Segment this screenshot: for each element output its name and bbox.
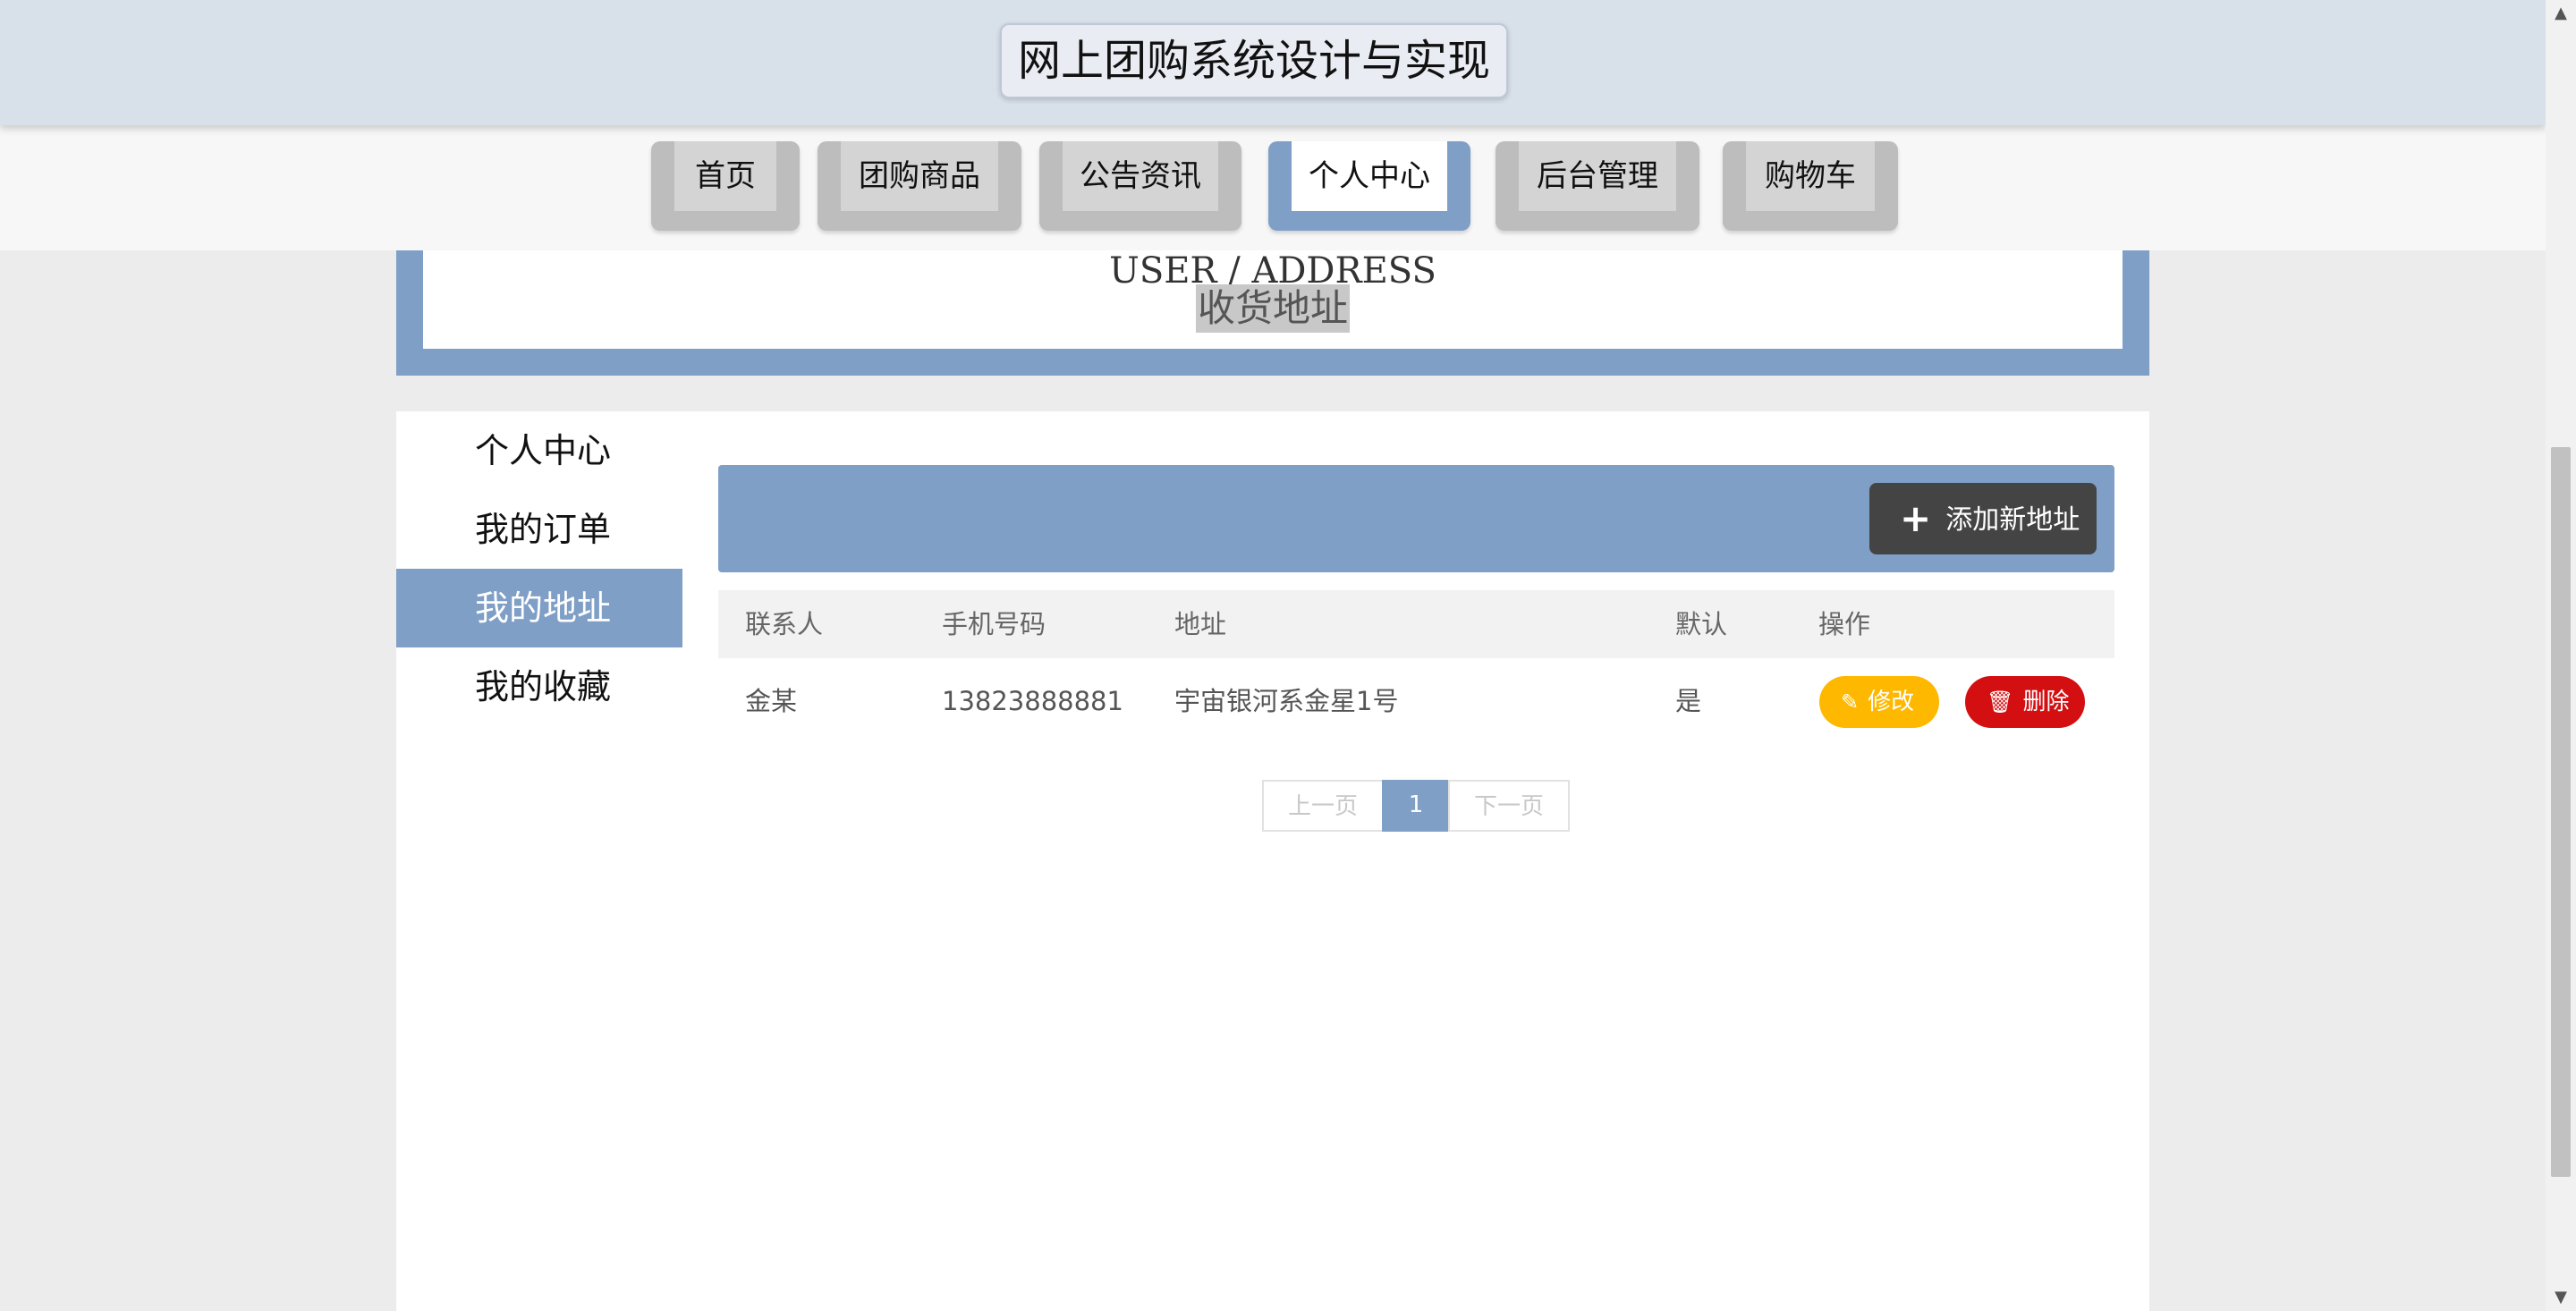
- sidebar-item-my-orders[interactable]: 我的订单: [396, 490, 682, 569]
- scroll-down-arrow-icon[interactable]: ▼: [2546, 1284, 2576, 1311]
- delete-label: 删除: [2022, 689, 2070, 715]
- cell-default: 是: [1675, 686, 1702, 716]
- page-banner: USER / ADDRESS 收货地址: [396, 233, 2149, 376]
- nav-item-user-center[interactable]: 个人中心: [1268, 141, 1470, 231]
- nav-item-label: 后台管理: [1519, 141, 1676, 211]
- trash-icon: 🗑: [1987, 689, 2014, 715]
- column-header-contact: 联系人: [745, 609, 824, 639]
- cell-phone: 13823888881: [942, 686, 1123, 716]
- pagination-next[interactable]: 下一页: [1448, 780, 1570, 832]
- sidebar-item-my-address[interactable]: 我的地址: [396, 569, 682, 647]
- plus-icon: +: [1900, 496, 1932, 540]
- top-bar: 网上团购系统设计与实现: [0, 0, 2546, 125]
- edit-button[interactable]: ✎ 修改: [1819, 676, 1939, 728]
- nav-item-label: 公告资讯: [1063, 141, 1218, 211]
- nav-item-home[interactable]: 首页: [651, 141, 800, 231]
- column-header-address: 地址: [1174, 609, 1227, 639]
- cell-contact: 金某: [745, 686, 798, 716]
- nav-item-label: 购物车: [1746, 141, 1875, 211]
- pagination-page-1[interactable]: 1: [1382, 780, 1450, 832]
- table-row: 金某 13823888881 宇宙银河系金星1号 是 ✎ 修改 🗑 删除: [718, 658, 2114, 744]
- nav-item-products[interactable]: 团购商品: [818, 141, 1021, 231]
- scroll-up-arrow-icon[interactable]: ▲: [2546, 0, 2576, 27]
- nav-item-admin[interactable]: 后台管理: [1496, 141, 1699, 231]
- delete-button[interactable]: 🗑 删除: [1965, 676, 2085, 728]
- column-header-default: 默认: [1675, 609, 1728, 639]
- column-header-actions: 操作: [1818, 609, 1871, 639]
- main-nav: 首页 团购商品 公告资讯 个人中心 后台管理 购物车: [0, 125, 2546, 250]
- column-header-phone: 手机号码: [942, 609, 1046, 639]
- nav-item-label: 团购商品: [841, 141, 998, 211]
- pencil-icon: ✎: [1841, 689, 1860, 715]
- nav-item-news[interactable]: 公告资讯: [1039, 141, 1241, 231]
- pagination-prev[interactable]: 上一页: [1262, 780, 1384, 832]
- banner-chinese-title: 收货地址: [1195, 284, 1351, 333]
- scrollbar-thumb[interactable]: [2551, 447, 2571, 1177]
- nav-item-label: 首页: [674, 141, 776, 211]
- vertical-scrollbar[interactable]: ▲ ▼: [2546, 0, 2576, 1311]
- add-address-button[interactable]: + 添加新地址: [1869, 483, 2097, 554]
- nav-item-label: 个人中心: [1292, 141, 1447, 211]
- add-address-label: 添加新地址: [1945, 504, 2080, 536]
- table-header: 联系人 手机号码 地址 默认 操作: [718, 590, 2114, 658]
- sidebar-item-my-favorites[interactable]: 我的收藏: [396, 647, 682, 726]
- nav-item-cart[interactable]: 购物车: [1723, 141, 1898, 231]
- site-title: 网上团购系统设计与实现: [1000, 23, 1508, 98]
- sidebar-item-user-center[interactable]: 个人中心: [396, 411, 682, 490]
- edit-label: 修改: [1868, 689, 1915, 715]
- address-panel-header: + 添加新地址: [718, 465, 2114, 572]
- main-content: 个人中心 我的订单 我的地址 我的收藏 + 添加新地址 联系人 手机号码 地址 默…: [396, 411, 2149, 1311]
- cell-address: 宇宙银河系金星1号: [1174, 686, 1399, 716]
